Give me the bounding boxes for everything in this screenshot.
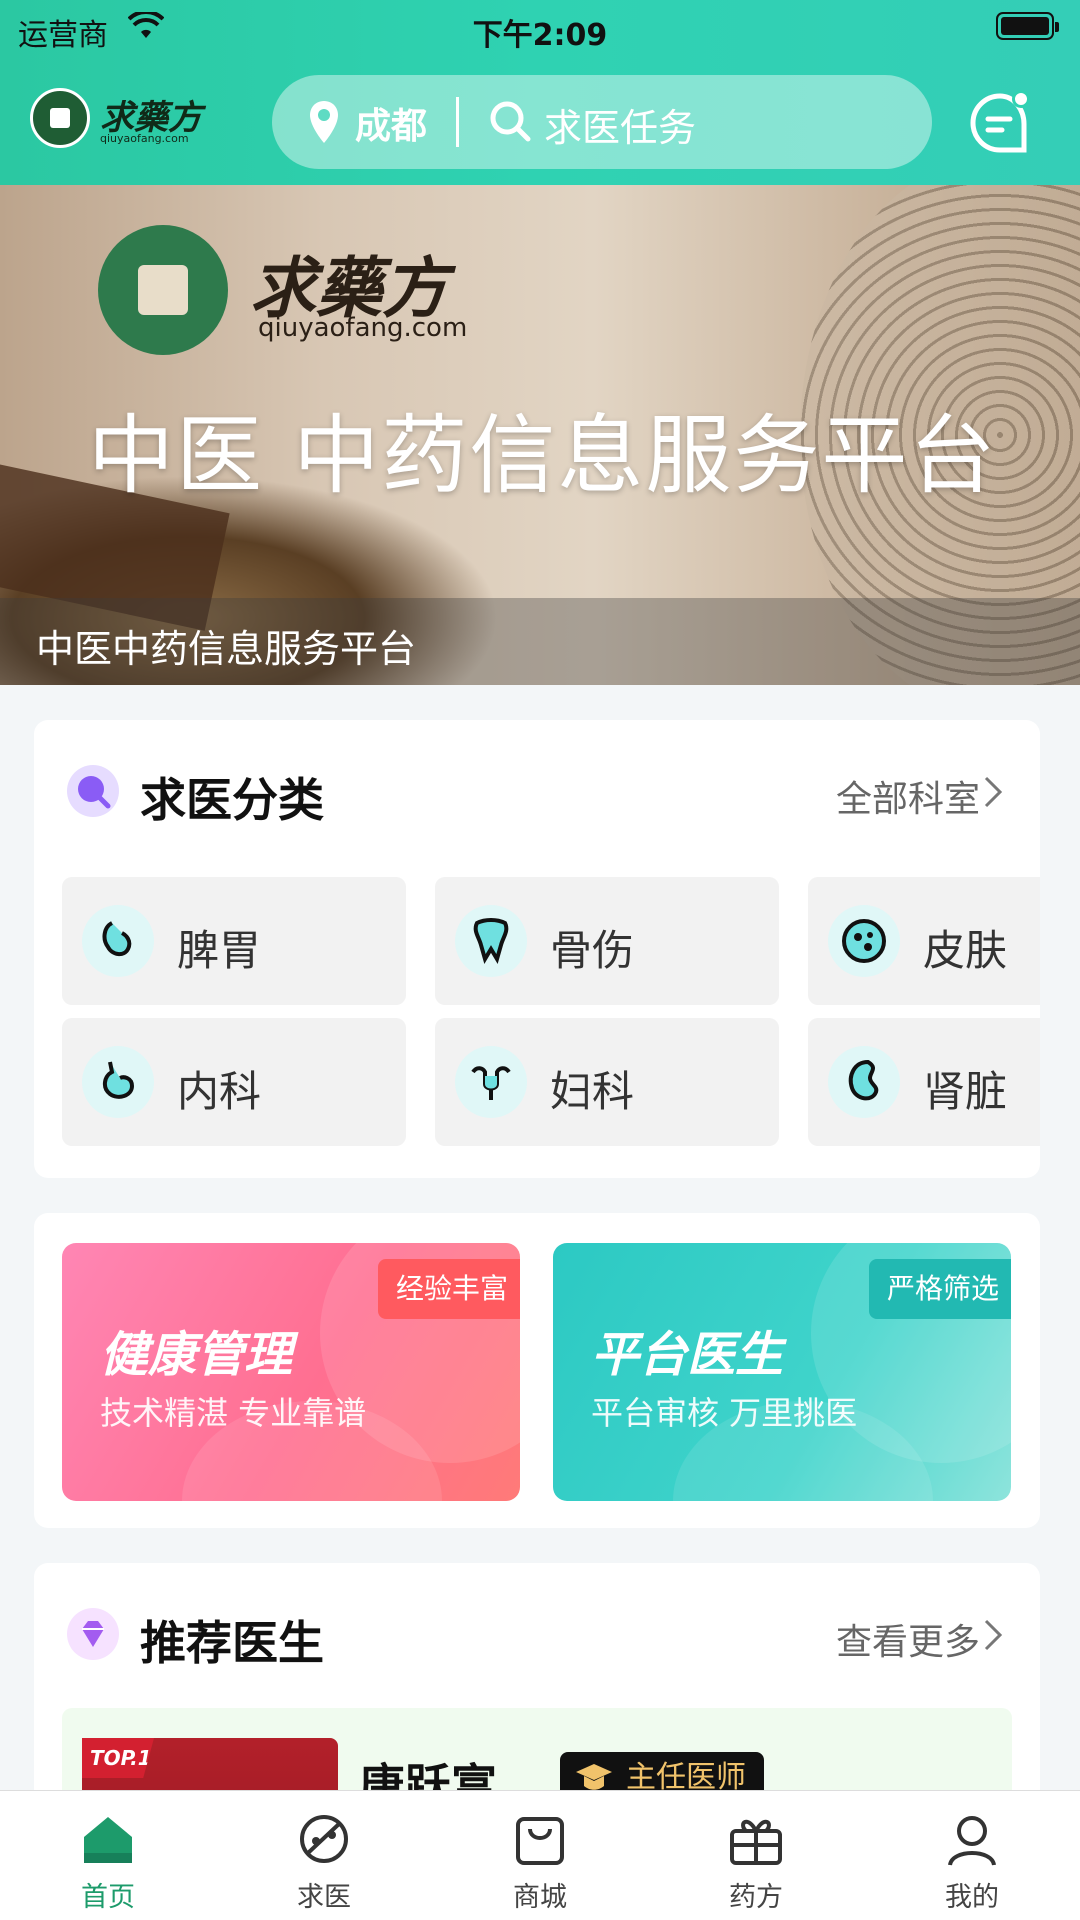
category-item[interactable]: 内科 [62, 1018, 406, 1146]
promo-tag: 严格筛选 [868, 1259, 1011, 1319]
logo-domain: qiuyaofang.com [100, 132, 189, 145]
shopping-bag-icon [510, 1809, 570, 1869]
promo-subtitle: 技术精湛 专业靠谱 [100, 1394, 367, 1432]
tab-seek-doctor[interactable]: 求医 [264, 1809, 384, 1913]
home-icon [78, 1809, 138, 1869]
category-label: 肾脏 [923, 1067, 1008, 1116]
skin-icon [828, 905, 900, 977]
tab-label: 求医 [297, 1882, 351, 1913]
all-departments-link[interactable]: 全部科室 [836, 770, 980, 822]
gift-box-icon [726, 1809, 786, 1869]
search-icon [488, 99, 532, 147]
status-time: 下午2:09 [472, 18, 608, 53]
promo-section: 经验丰富 健康管理 技术精湛 专业靠谱 严格筛选 平台医生 平台审核 万里挑医 [34, 1213, 1040, 1528]
logo-seal-icon [30, 88, 90, 148]
promo-title: 平台医生 [591, 1327, 784, 1383]
tab-prescription[interactable]: 药方 [696, 1809, 816, 1913]
battery-icon [996, 12, 1059, 40]
search-input[interactable]: 求医任务 [544, 97, 696, 152]
tab-mall[interactable]: 商城 [480, 1809, 600, 1913]
promo-subtitle: 平台审核 万里挑医 [591, 1394, 858, 1432]
search-divider [456, 97, 459, 147]
city-selector[interactable]: 成都 [355, 97, 427, 149]
section-title: 求医分类 [140, 773, 324, 827]
banner-headline: 中医 中药信息服务平台 [88, 406, 998, 506]
stomach-icon [82, 905, 154, 977]
banner-caption: 中医中药信息服务平台 [36, 627, 417, 671]
see-more-link[interactable]: 查看更多 [836, 1613, 980, 1665]
app-logo[interactable]: 求藥方 qiuyaofang.com [30, 88, 210, 150]
category-item[interactable]: 妇科 [435, 1018, 779, 1146]
tab-label: 药方 [729, 1882, 783, 1913]
uterus-icon [455, 1046, 527, 1118]
section-title: 推荐医生 [140, 1616, 324, 1670]
category-item[interactable]: 皮肤 [808, 877, 1040, 1005]
unread-dot [1012, 90, 1030, 108]
search-category-icon [66, 764, 120, 818]
chevron-right-icon[interactable] [982, 774, 1006, 810]
banner-logo-seal-icon [98, 225, 228, 355]
health-management-card[interactable]: 经验丰富 健康管理 技术精湛 专业靠谱 [62, 1243, 520, 1501]
tab-home[interactable]: 首页 [48, 1809, 168, 1913]
seek-doctor-icon [294, 1809, 354, 1869]
category-item[interactable]: 肾脏 [808, 1018, 1040, 1146]
status-bar: 运营商 下午2:09 [0, 0, 1080, 56]
category-label: 妇科 [550, 1067, 635, 1116]
platform-doctor-card[interactable]: 严格筛选 平台医生 平台审核 万里挑医 [553, 1243, 1011, 1501]
banner-domain: qiuyaofang.com [258, 313, 468, 343]
tab-label: 商城 [513, 1882, 567, 1913]
bottom-tab-bar: 首页 求医 商城 药方 我的 [0, 1790, 1080, 1920]
stomach-icon [82, 1046, 154, 1118]
category-item[interactable]: 骨伤 [435, 877, 779, 1005]
rank-badge: TOP.1 [82, 1738, 154, 1778]
search-bar[interactable]: 成都 求医任务 [272, 75, 932, 169]
promo-banner[interactable]: 求藥方 qiuyaofang.com 中医 中药信息服务平台 中医中药信息服务平… [0, 185, 1080, 685]
diamond-icon [66, 1607, 120, 1661]
category-label: 内科 [177, 1067, 262, 1116]
chevron-right-icon[interactable] [982, 1617, 1006, 1653]
tooth-bone-icon [455, 905, 527, 977]
tab-label: 我的 [945, 1882, 999, 1913]
tab-profile[interactable]: 我的 [912, 1809, 1032, 1913]
tab-label: 首页 [81, 1882, 135, 1913]
promo-tag: 经验丰富 [377, 1259, 520, 1319]
app-header: 运营商 下午2:09 求藥方 qiuyaofang.com 成都 求医任务 [0, 0, 1080, 185]
category-label: 骨伤 [550, 926, 635, 975]
kidney-icon [828, 1046, 900, 1118]
category-label: 脾胃 [177, 926, 262, 975]
location-pin-icon[interactable] [308, 99, 340, 149]
user-icon [942, 1809, 1002, 1869]
promo-title: 健康管理 [100, 1327, 293, 1383]
category-section: 求医分类 全部科室 脾胃 骨伤 皮肤 内科 妇科 肾脏 [34, 720, 1040, 1178]
category-item[interactable]: 脾胃 [62, 877, 406, 1005]
category-label: 皮肤 [923, 926, 1008, 975]
